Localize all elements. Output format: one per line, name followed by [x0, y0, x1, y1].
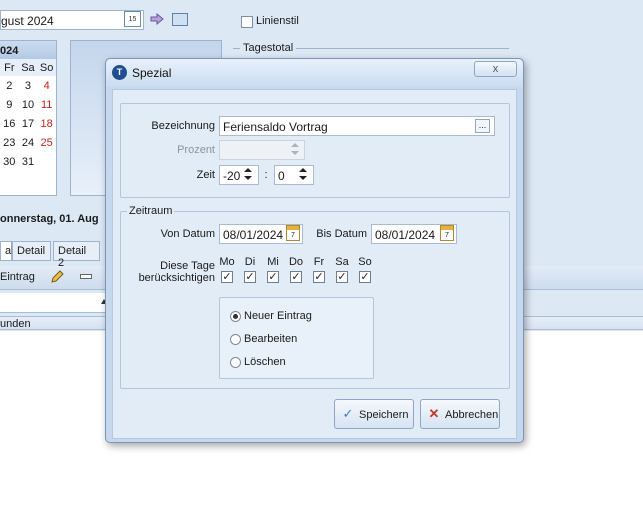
- von-calendar-icon[interactable]: 7: [286, 225, 300, 241]
- days-label-line1: Diese Tage: [160, 260, 215, 272]
- zeit-label: Zeit: [196, 169, 215, 181]
- day-checkbox-sa[interactable]: ✓: [336, 271, 348, 283]
- tab-main[interactable]: al: [0, 241, 14, 261]
- day-title: onnerstag, 01. Aug: [0, 213, 99, 225]
- mini-calendar[interactable]: 024 Fr Sa So 234 9 10 11 16 17 18 23 24 25 30 3…: [0, 40, 57, 196]
- close-button[interactable]: x: [474, 61, 517, 77]
- bis-datum-label: Bis Datum: [316, 228, 367, 240]
- dow-label: Fr: [0, 59, 19, 76]
- day-cell[interactable]: 24: [19, 133, 38, 152]
- day-checkbox-mo[interactable]: ✓: [221, 271, 233, 283]
- day-label-mo: Mo: [219, 256, 235, 268]
- spezial-dialog: T Spezial x Bezeichnung Feriensaldo Vort…: [105, 58, 524, 443]
- cancel-label: Abbrechen: [445, 409, 499, 421]
- day-label-mi: Mi: [267, 256, 279, 268]
- calendar-icon[interactable]: 15: [124, 11, 141, 27]
- day-cell[interactable]: 10: [19, 95, 38, 114]
- day-cell[interactable]: 2: [0, 76, 19, 95]
- radio-label-bearbeiten[interactable]: Bearbeiten: [244, 333, 297, 345]
- radio-loeschen[interactable]: [230, 357, 241, 368]
- filter-strip: [0, 293, 110, 313]
- day-cell[interactable]: 9: [0, 95, 19, 114]
- forward-arrow-icon[interactable]: [150, 13, 164, 25]
- app-logo-icon: T: [112, 65, 127, 80]
- cancel-x-icon: ✕: [428, 406, 440, 421]
- day-cell[interactable]: 25: [37, 133, 56, 152]
- dow-label: Sa: [18, 59, 38, 76]
- checkmark-icon: ✓: [342, 406, 354, 421]
- day-cell[interactable]: 3: [19, 76, 38, 95]
- day-checkbox-di[interactable]: ✓: [244, 271, 256, 283]
- dialog-client-area: Bezeichnung Feriensaldo Vortrag ... Proz…: [112, 89, 517, 439]
- dow-label: So: [37, 59, 56, 76]
- day-checkbox-do[interactable]: ✓: [290, 271, 302, 283]
- tagestotal-label: Tagestotal: [240, 42, 297, 54]
- day-cell[interactable]: 23: [0, 133, 19, 152]
- bis-calendar-icon[interactable]: 7: [440, 225, 454, 241]
- tab-detail-2[interactable]: Detail 2: [53, 241, 100, 269]
- radio-label-loeschen[interactable]: Löschen: [244, 356, 286, 368]
- day-label-so: So: [358, 256, 372, 268]
- day-checkbox-mi[interactable]: ✓: [267, 271, 279, 283]
- zeitraum-label: Zeitraum: [127, 205, 175, 217]
- month-date-field[interactable]: gust 2024: [0, 10, 144, 30]
- day-cell[interactable]: 18: [37, 114, 56, 133]
- bezeichnung-label: Bezeichnung: [151, 120, 215, 132]
- prozent-spinner: [289, 141, 301, 159]
- day-cell[interactable]: 4: [37, 76, 56, 95]
- radio-bearbeiten[interactable]: [230, 334, 241, 345]
- von-datum-label: Von Datum: [160, 228, 215, 240]
- day-cell[interactable]: 11: [37, 95, 56, 114]
- day-label-sa: Sa: [335, 256, 349, 268]
- zeit-hours-spinner[interactable]: [242, 166, 254, 184]
- day-cell[interactable]: 31: [19, 152, 38, 171]
- day-cell[interactable]: 30: [0, 152, 19, 171]
- cancel-button[interactable]: ✕ Abbrechen: [420, 399, 500, 429]
- tab-detail[interactable]: Detail: [12, 241, 51, 261]
- ellipsis-button[interactable]: ...: [475, 119, 490, 133]
- day-cell[interactable]: 16: [0, 114, 19, 133]
- day-cell: [37, 152, 56, 171]
- linienstil-checkbox[interactable]: [241, 16, 253, 28]
- day-checkbox-fr[interactable]: ✓: [313, 271, 325, 283]
- mini-calendar-year: 024: [0, 41, 56, 59]
- zeit-minutes-spinner[interactable]: [297, 166, 309, 184]
- linienstil-label: Linienstil: [256, 15, 299, 27]
- save-button[interactable]: ✓ Speichern: [334, 399, 414, 429]
- day-checkbox-so[interactable]: ✓: [359, 271, 371, 283]
- minus-icon[interactable]: [80, 274, 92, 279]
- day-label-do: Do: [288, 256, 304, 268]
- radio-neuer-eintrag[interactable]: [230, 311, 241, 322]
- day-label-fr: Fr: [313, 256, 325, 268]
- pencil-icon[interactable]: [50, 270, 64, 284]
- radio-label-neuer-eintrag[interactable]: Neuer Eintrag: [244, 310, 312, 322]
- toolbar-entry-label[interactable]: Eintrag: [0, 271, 35, 283]
- zeit-separator: :: [264, 169, 268, 181]
- day-label-di: Di: [244, 256, 256, 268]
- day-cell[interactable]: 17: [19, 114, 38, 133]
- grid-view-icon[interactable]: [172, 13, 188, 26]
- dialog-title: Spezial: [132, 66, 172, 80]
- prozent-label: Prozent: [177, 144, 215, 156]
- bezeichnung-input[interactable]: Feriensaldo Vortrag: [219, 116, 495, 136]
- days-label-line2: berücksichtigen: [138, 272, 215, 284]
- save-label: Speichern: [359, 409, 409, 421]
